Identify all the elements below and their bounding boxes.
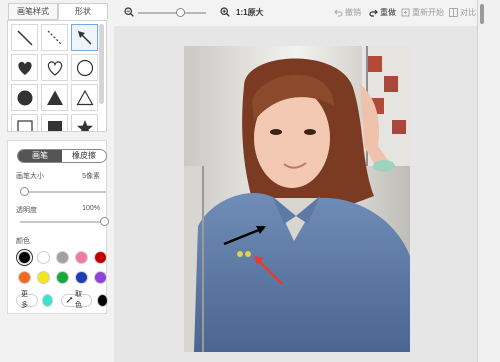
shape-palette [7, 20, 107, 132]
shape-grid [11, 24, 99, 131]
opacity-knob[interactable] [100, 217, 109, 226]
top-toolbar: 1:1原大 撤销 重做 重新开始 对比 [114, 0, 500, 26]
dashed-line-icon [47, 30, 62, 45]
brush-settings-panel: 画笔 橡皮擦 画笔大小 5像素 透明度 100% 颜色 更多 取色 [7, 140, 109, 314]
heart-filled-icon [17, 61, 32, 75]
tab-bar: 画笔样式 形状 [8, 3, 108, 20]
shape-circle-filled[interactable] [11, 84, 38, 111]
brush-size-slider[interactable] [20, 187, 106, 196]
shape-arrow[interactable] [71, 24, 98, 51]
tab-brush-style[interactable]: 画笔样式 [8, 3, 58, 20]
color-swatch[interactable] [75, 271, 88, 284]
canvas-area [114, 26, 477, 362]
color-swatch[interactable] [56, 271, 69, 284]
opacity-value: 100% [82, 205, 100, 212]
restart-button[interactable]: 重新开始 [401, 7, 444, 18]
heart-outline-icon [47, 60, 62, 76]
brush-size-value: 5像素 [82, 173, 100, 180]
circle-outline-icon [76, 59, 93, 76]
color-swatch[interactable] [18, 251, 31, 264]
color-swatch[interactable] [18, 271, 31, 284]
actual-size-label: 1:1原大 [236, 8, 264, 17]
color-swatch[interactable] [37, 251, 50, 264]
shape-triangle-filled[interactable] [41, 84, 68, 111]
current-color-swatch [96, 293, 108, 307]
shape-circle-outline[interactable] [71, 54, 98, 81]
eraser-mode-button[interactable]: 橡皮擦 [62, 150, 106, 162]
more-color-swatch[interactable] [41, 293, 54, 307]
compare-icon [449, 8, 458, 17]
compare-button[interactable]: 对比 [449, 7, 476, 18]
color-picker-label: 取色 [74, 291, 82, 309]
restart-icon [401, 8, 410, 17]
eyedropper-icon [66, 297, 73, 303]
square-filled-icon [47, 120, 62, 131]
shape-heart-outline[interactable] [41, 54, 68, 81]
triangle-outline-icon [75, 89, 94, 105]
brush-size-knob[interactable] [20, 187, 29, 196]
square-outline-icon [16, 119, 33, 131]
more-colors-button[interactable]: 更多 [16, 291, 38, 309]
undo-label: 撤销 [345, 8, 361, 17]
zoom-out-icon [124, 7, 134, 17]
star-filled-icon [76, 119, 93, 131]
undo-icon [334, 9, 343, 17]
brush-size-label: 画笔大小 [16, 173, 44, 180]
color-swatch[interactable] [37, 271, 50, 284]
redo-label: 重做 [380, 8, 396, 17]
photo-canvas[interactable] [184, 46, 410, 352]
opacity-label: 透明度 [16, 207, 37, 214]
tab-shapes[interactable]: 形状 [58, 3, 108, 20]
line-icon [16, 29, 33, 46]
opacity-slider[interactable] [20, 217, 109, 226]
right-panel-edge [477, 0, 500, 362]
mode-toggle: 画笔 橡皮擦 [17, 149, 107, 163]
color-picker-button[interactable]: 取色 [61, 291, 92, 309]
redo-button[interactable]: 重做 [369, 7, 396, 18]
zoom-in-icon [220, 7, 230, 17]
triangle-filled-icon [46, 90, 63, 105]
shape-dashed-line[interactable] [41, 24, 68, 51]
color-swatch[interactable] [94, 251, 107, 264]
actual-size-button[interactable]: 1:1原大 [236, 7, 264, 18]
more-colors-row: 更多 取色 [16, 291, 108, 309]
shape-heart-filled[interactable] [11, 54, 38, 81]
color-swatch[interactable] [56, 251, 69, 264]
zoom-slider[interactable] [138, 8, 206, 17]
redo-icon [369, 9, 378, 17]
right-scrollbar[interactable] [480, 4, 484, 24]
arrow-icon [77, 30, 92, 45]
zoom-in-button[interactable] [220, 7, 230, 17]
color-label: 颜色 [16, 238, 30, 245]
shape-triangle-outline[interactable] [71, 84, 98, 111]
shape-square-filled[interactable] [41, 114, 68, 131]
shape-star-filled[interactable] [71, 114, 98, 131]
zoom-slider-knob[interactable] [176, 8, 185, 17]
zoom-out-button[interactable] [124, 7, 134, 17]
more-colors-label: 更多 [21, 291, 28, 309]
shape-scrollbar[interactable] [99, 24, 104, 104]
shape-line[interactable] [11, 24, 38, 51]
circle-filled-icon [17, 90, 32, 105]
brush-size-row: 画笔大小 5像素 [16, 171, 100, 181]
color-label-row: 颜色 [16, 236, 100, 246]
shape-square-outline[interactable] [11, 114, 38, 131]
color-swatch[interactable] [75, 251, 88, 264]
brush-mode-button[interactable]: 画笔 [18, 150, 62, 162]
color-palette [18, 251, 108, 284]
left-panel: 画笔样式 形状 画笔 橡皮擦 画笔大小 5像素 透明度 100% 颜色 更多 取… [0, 0, 114, 362]
color-swatch[interactable] [94, 271, 107, 284]
opacity-row: 透明度 100% [16, 205, 100, 215]
undo-button[interactable]: 撤销 [334, 7, 361, 18]
restart-label: 重新开始 [412, 8, 444, 17]
compare-label: 对比 [460, 8, 476, 17]
